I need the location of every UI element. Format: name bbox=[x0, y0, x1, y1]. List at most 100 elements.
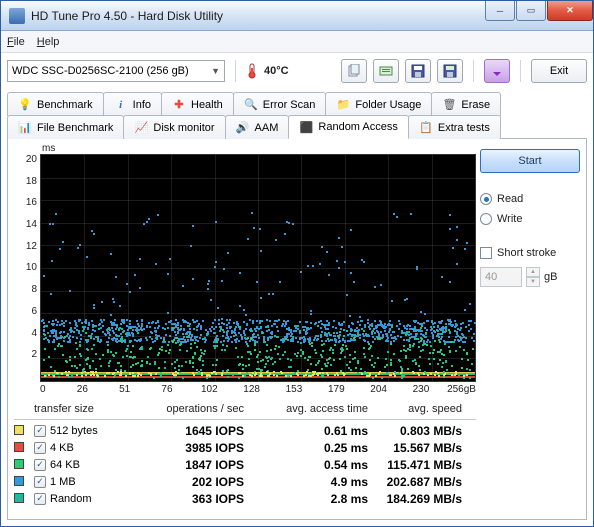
access-value: 0.61 ms bbox=[244, 424, 368, 438]
spinner-arrows[interactable]: ▲▼ bbox=[526, 267, 540, 287]
bulb-icon: 💡 bbox=[18, 98, 32, 112]
speed-value: 184.269 MB/s bbox=[368, 492, 472, 506]
magnifier-icon: 🔍 bbox=[244, 98, 258, 112]
series-swatch bbox=[14, 459, 24, 469]
series-swatch bbox=[14, 493, 24, 503]
trash-icon: 🗑 bbox=[442, 98, 456, 112]
speed-value: 202.687 MB/s bbox=[368, 475, 472, 489]
close-button[interactable]: ✕ bbox=[547, 1, 593, 21]
copy-screenshot-button[interactable] bbox=[373, 59, 399, 83]
spin-up-icon[interactable]: ▲ bbox=[526, 267, 540, 277]
result-row: ✓64 KB 1847 IOPS 0.54 ms 115.471 MB/s bbox=[14, 456, 476, 473]
dropdown-icon: ▼ bbox=[211, 66, 220, 76]
tab-folder-usage[interactable]: 📁Folder Usage bbox=[325, 92, 432, 116]
ops-value: 363 IOPS bbox=[116, 492, 244, 506]
chart-column: ms 2018161412108642 02651761021281531792… bbox=[14, 143, 476, 513]
titlebar: HD Tune Pro 4.50 - Hard Disk Utility ─ ▭… bbox=[1, 1, 593, 31]
tab-aam[interactable]: 🔊AAM bbox=[225, 115, 290, 139]
tab-benchmark[interactable]: 💡Benchmark bbox=[7, 92, 104, 116]
series-checkbox[interactable]: ✓ bbox=[34, 425, 46, 437]
series-swatch bbox=[14, 476, 24, 486]
access-value: 0.25 ms bbox=[244, 441, 368, 455]
app-window: HD Tune Pro 4.50 - Hard Disk Utility ─ ▭… bbox=[0, 0, 594, 527]
tab-random-access[interactable]: ⬛Random Access bbox=[288, 115, 408, 139]
access-value: 2.8 ms bbox=[244, 492, 368, 506]
extra-icon: 📋 bbox=[419, 121, 433, 135]
separator bbox=[235, 60, 236, 82]
save-button[interactable] bbox=[405, 59, 431, 83]
window-buttons: ─ ▭ ✕ bbox=[484, 1, 593, 21]
separator bbox=[473, 60, 474, 82]
file-bench-icon: 📊 bbox=[18, 121, 32, 135]
tab-file-benchmark[interactable]: 📊File Benchmark bbox=[7, 115, 124, 139]
header-spd: avg. speed bbox=[368, 403, 472, 415]
transfer-size: 512 bytes bbox=[50, 425, 98, 437]
transfer-size: 64 KB bbox=[50, 459, 80, 471]
toolbar: WDC SSC-D0256SC-2100 (256 gB) ▼ 40°C Exi… bbox=[7, 59, 587, 83]
transfer-size: 1 MB bbox=[50, 476, 76, 488]
header-ops: operations / sec bbox=[116, 403, 244, 415]
app-icon bbox=[9, 8, 25, 24]
result-row: ✓ 512 bytes 1645 IOPS 0.61 ms 0.803 MB/s bbox=[14, 422, 476, 439]
tab-erase[interactable]: 🗑Erase bbox=[431, 92, 501, 116]
transfer-size: 4 KB bbox=[50, 442, 74, 454]
window-title: HD Tune Pro 4.50 - Hard Disk Utility bbox=[31, 9, 484, 23]
radio-icon bbox=[480, 193, 492, 205]
read-radio[interactable]: Read bbox=[480, 193, 580, 205]
options-button[interactable] bbox=[484, 59, 510, 83]
write-radio[interactable]: Write bbox=[480, 213, 580, 225]
y-axis: 2018161412108642 bbox=[14, 154, 40, 382]
stroke-unit: gB bbox=[544, 271, 557, 283]
menubar: File Help bbox=[1, 31, 593, 53]
menu-file[interactable]: File bbox=[7, 36, 25, 48]
access-value: 0.54 ms bbox=[244, 458, 368, 472]
series-checkbox[interactable]: ✓ bbox=[34, 459, 46, 471]
exit-button[interactable]: Exit bbox=[531, 59, 587, 83]
copy-info-button[interactable] bbox=[341, 59, 367, 83]
minimize-button[interactable]: ─ bbox=[485, 1, 515, 21]
ops-value: 202 IOPS bbox=[116, 475, 244, 489]
results-table: transfer size operations / sec avg. acce… bbox=[14, 403, 476, 507]
radio-icon bbox=[480, 213, 492, 225]
result-row: ✓4 KB 3985 IOPS 0.25 ms 15.567 MB/s bbox=[14, 439, 476, 456]
tab-error-scan[interactable]: 🔍Error Scan bbox=[233, 92, 327, 116]
main-area: WDC SSC-D0256SC-2100 (256 gB) ▼ 40°C Exi… bbox=[1, 53, 593, 526]
result-row: ✓ Random 363 IOPS 2.8 ms 184.269 MB/s bbox=[14, 490, 476, 507]
spin-down-icon[interactable]: ▼ bbox=[526, 277, 540, 287]
tab-extra-tests[interactable]: 📋Extra tests bbox=[408, 115, 501, 139]
folder-icon: 📁 bbox=[336, 98, 350, 112]
transfer-size: Random bbox=[50, 493, 92, 505]
drive-select[interactable]: WDC SSC-D0256SC-2100 (256 gB) ▼ bbox=[7, 60, 225, 82]
access-value: 4.9 ms bbox=[244, 475, 368, 489]
x-axis: 0265176102128153179204230256gB bbox=[14, 384, 476, 395]
y-axis-unit: ms bbox=[42, 143, 476, 154]
tab-info[interactable]: iInfo bbox=[103, 92, 162, 116]
tab-disk-monitor[interactable]: 📈Disk monitor bbox=[123, 115, 225, 139]
short-stroke-checkbox[interactable]: Short stroke bbox=[480, 247, 580, 259]
random-icon: ⬛ bbox=[299, 120, 313, 134]
maximize-button[interactable]: ▭ bbox=[516, 1, 546, 21]
stroke-value-input[interactable]: 40 bbox=[480, 267, 522, 287]
results-header: transfer size operations / sec avg. acce… bbox=[14, 403, 476, 417]
checkbox-icon bbox=[480, 247, 492, 259]
series-checkbox[interactable]: ✓ bbox=[34, 442, 46, 454]
ops-value: 1847 IOPS bbox=[116, 458, 244, 472]
info-icon: i bbox=[114, 98, 128, 112]
header-transfer: transfer size bbox=[30, 403, 116, 415]
ops-value: 1645 IOPS bbox=[116, 424, 244, 438]
start-button[interactable]: Start bbox=[480, 149, 580, 173]
tab-content: ms 2018161412108642 02651761021281531792… bbox=[7, 139, 587, 520]
series-checkbox[interactable]: ✓ bbox=[34, 476, 46, 488]
speed-value: 0.803 MB/s bbox=[368, 424, 472, 438]
tab-health[interactable]: ✚Health bbox=[161, 92, 234, 116]
header-acc: avg. access time bbox=[244, 403, 368, 415]
series-checkbox[interactable]: ✓ bbox=[34, 493, 46, 505]
save-screenshot-button[interactable] bbox=[437, 59, 463, 83]
temperature-value: 40°C bbox=[264, 65, 289, 77]
chart-wrap: 2018161412108642 bbox=[14, 154, 476, 382]
tab-bar: 💡Benchmark iInfo ✚Health 🔍Error Scan 📁Fo… bbox=[7, 91, 587, 139]
short-stroke-spinner: 40 ▲▼ gB bbox=[480, 267, 580, 287]
scatter-chart bbox=[40, 154, 476, 382]
thermometer-icon bbox=[246, 63, 258, 79]
menu-help[interactable]: Help bbox=[37, 36, 60, 48]
